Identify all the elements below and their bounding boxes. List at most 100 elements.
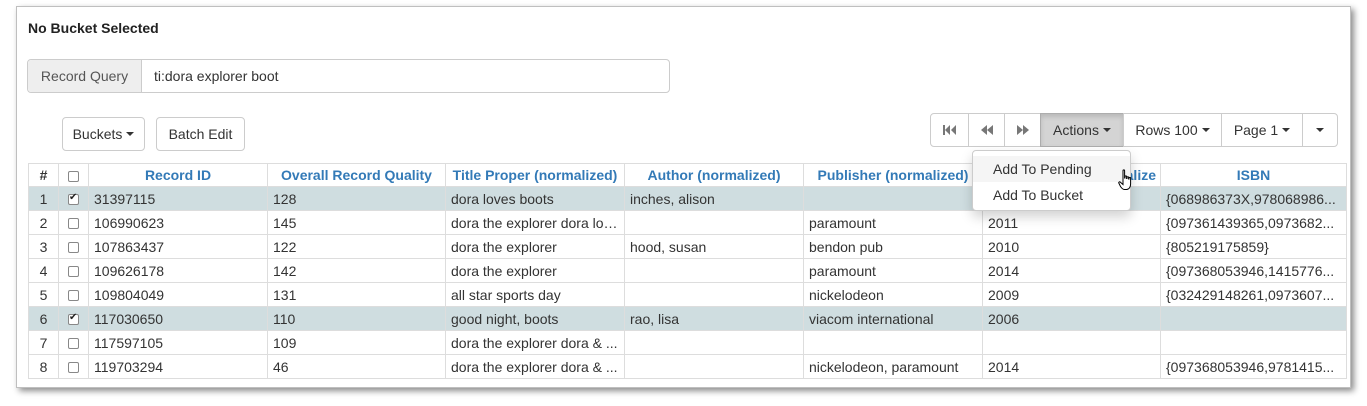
date-cell: 2014 [982, 354, 1161, 379]
caret-down-icon [126, 132, 135, 136]
title-cell: dora loves boots [445, 186, 625, 211]
row-number: 1 [28, 186, 59, 211]
isbn-cell [1160, 330, 1347, 355]
row-checkbox[interactable] [68, 266, 79, 278]
record-id-cell: 106990623 [88, 210, 268, 235]
row-checkbox[interactable] [68, 192, 79, 206]
buckets-label: Buckets [72, 126, 123, 142]
quality-cell: 145 [267, 210, 446, 235]
row-number: 3 [28, 234, 59, 259]
forward-icon [1016, 125, 1029, 135]
next-page-button[interactable] [1004, 113, 1041, 147]
bucket-status-title: No Bucket Selected [28, 20, 159, 36]
first-page-button[interactable] [930, 113, 969, 147]
quality-cell: 46 [267, 354, 446, 379]
author-cell: inches, alison [624, 186, 804, 211]
table-row[interactable]: 3 107863437 122 dora the explorer hood, susa… [28, 234, 1347, 259]
row-checkbox[interactable] [68, 242, 79, 254]
quality-cell: 131 [267, 282, 446, 307]
previous-page-button[interactable] [968, 113, 1005, 147]
table-row[interactable]: 1 31397115128dora loves bootsinches, alis… [28, 186, 1347, 211]
caret-down-icon [1201, 128, 1210, 132]
row-checkbox[interactable] [68, 290, 79, 302]
table-header-row: # Record ID Overall Record Quality Title… [28, 163, 1347, 187]
row-checkbox[interactable] [68, 218, 79, 230]
column-header-author[interactable]: Author (normalized) [624, 163, 804, 187]
hand-pointer-icon [1118, 169, 1134, 194]
table-row[interactable]: 8 119703294 46 dora the explorer dora & ...… [28, 354, 1347, 379]
row-checkbox-cell [58, 330, 89, 355]
record-id-cell: 117597105 [88, 330, 268, 355]
column-header-publisher[interactable]: Publisher (normalized) [803, 163, 983, 187]
column-header-record-id[interactable]: Record ID [88, 163, 268, 187]
record-id-cell: 109626178 [88, 258, 268, 283]
row-checkbox-cell [58, 186, 89, 211]
title-cell: dora the explorer [445, 258, 625, 283]
date-cell: 2010 [982, 234, 1161, 259]
row-checkbox[interactable] [68, 362, 79, 374]
date-cell: 2006 [982, 306, 1161, 331]
table-row[interactable]: 6 117030650110good night, bootsrao, lisav… [28, 306, 1347, 331]
table-row[interactable]: 4 109626178 142 dora the explorer paramount 2… [28, 258, 1347, 283]
publisher-cell [803, 330, 983, 355]
buckets-dropdown-button[interactable]: Buckets [62, 117, 145, 151]
row-checkbox-cell [58, 258, 89, 283]
title-cell: dora the explorer dora lov... [445, 210, 625, 235]
pager-button-group: Actions Rows 100 Page 1 [930, 113, 1338, 147]
rows-label: Rows 100 [1135, 122, 1198, 138]
date-cell [982, 330, 1161, 355]
table-row[interactable]: 5 109804049 131 all star sports day nickelod… [28, 282, 1347, 307]
date-cell: 2009 [982, 282, 1161, 307]
isbn-cell: {097368053946,1415776... [1160, 258, 1347, 283]
backward-icon [980, 125, 993, 135]
actions-label: Actions [1053, 122, 1099, 138]
actions-dropdown-menu: Add To Pending Add To Bucket [972, 150, 1131, 211]
quality-cell: 110 [267, 306, 446, 331]
table-row[interactable]: 7 117597105 109 dora the explorer dora & ..… [28, 330, 1347, 355]
title-cell: good night, boots [445, 306, 625, 331]
actions-dropdown-button[interactable]: Actions [1040, 113, 1124, 147]
quality-cell: 122 [267, 234, 446, 259]
publisher-cell: viacom international [803, 306, 983, 331]
table-row[interactable]: 2 106990623 145 dora the explorer dora lov.… [28, 210, 1347, 235]
row-number: 5 [28, 282, 59, 307]
column-header-quality[interactable]: Overall Record Quality [267, 163, 446, 187]
row-number: 7 [28, 330, 59, 355]
isbn-cell [1160, 306, 1347, 331]
row-checkbox[interactable] [68, 338, 79, 350]
batch-edit-button[interactable]: Batch Edit [156, 117, 245, 151]
date-cell: 2014 [982, 258, 1161, 283]
page-select-dropdown[interactable]: Page 1 [1221, 113, 1303, 147]
row-checkbox-cell [58, 234, 89, 259]
row-checkbox[interactable] [68, 312, 79, 326]
column-header-title[interactable]: Title Proper (normalized) [445, 163, 625, 187]
first-page-icon [942, 125, 956, 135]
record-id-cell: 31397115 [88, 186, 268, 211]
title-cell: dora the explorer dora & ... [445, 330, 625, 355]
isbn-cell: {097361439365,0973682... [1160, 210, 1347, 235]
record-query-input[interactable]: ti:dora explorer boot [142, 60, 279, 92]
author-cell [624, 282, 804, 307]
more-options-button[interactable] [1302, 113, 1338, 147]
column-header-isbn[interactable]: ISBN [1160, 163, 1347, 187]
author-cell [624, 354, 804, 379]
column-header-select-all[interactable] [58, 163, 89, 187]
record-query-group: Record Query ti:dora explorer boot [27, 59, 670, 93]
caret-down-icon [1316, 128, 1324, 132]
select-all-checkbox[interactable] [68, 170, 79, 182]
menu-item-add-to-bucket[interactable]: Add To Bucket [973, 182, 1130, 208]
author-cell: rao, lisa [624, 306, 804, 331]
menu-item-add-to-pending[interactable]: Add To Pending [973, 156, 1130, 182]
record-query-label: Record Query [28, 60, 142, 92]
quality-cell: 109 [267, 330, 446, 355]
quality-cell: 128 [267, 186, 446, 211]
caret-down-icon [1282, 128, 1291, 132]
record-id-cell: 119703294 [88, 354, 268, 379]
author-cell [624, 210, 804, 235]
rows-per-page-dropdown[interactable]: Rows 100 [1123, 113, 1222, 147]
row-checkbox-cell [58, 306, 89, 331]
row-checkbox-cell [58, 282, 89, 307]
isbn-cell: {097368053946,9781415... [1160, 354, 1347, 379]
title-cell: all star sports day [445, 282, 625, 307]
record-id-cell: 117030650 [88, 306, 268, 331]
